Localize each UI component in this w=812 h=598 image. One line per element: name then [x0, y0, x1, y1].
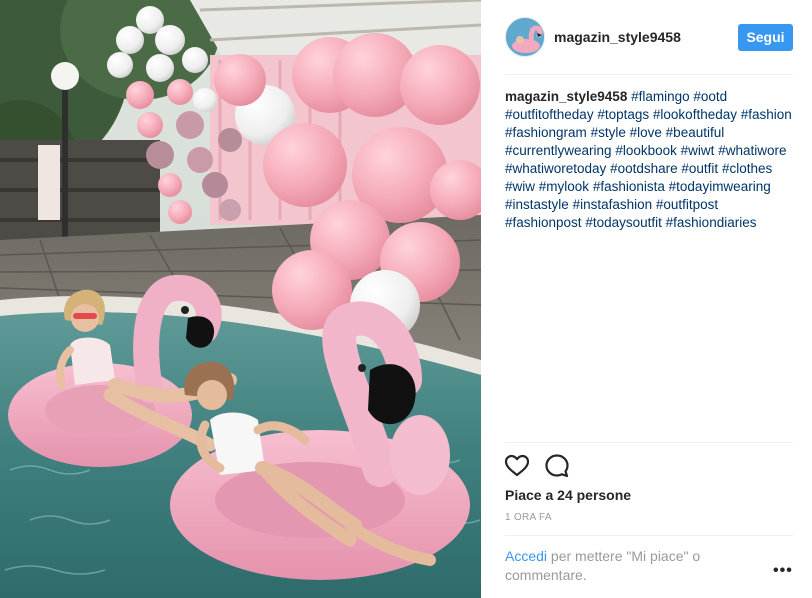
hashtag-link[interactable]: #currentlywearing — [505, 143, 612, 158]
likes-count[interactable]: Piace a 24 persone — [505, 487, 631, 503]
hashtag-link[interactable]: #outfit — [681, 161, 718, 176]
hashtag-link[interactable]: #beautiful — [666, 125, 725, 140]
login-link[interactable]: Accedi — [505, 548, 547, 564]
hashtag-list: #flamingo #ootd #outfitoftheday #toptags… — [505, 89, 792, 230]
hashtag-link[interactable]: #whatiwore — [718, 143, 786, 158]
hashtag-link[interactable]: #fashiongram — [505, 125, 587, 140]
hashtag-link[interactable]: #todayimwearing — [669, 179, 771, 194]
hashtag-link[interactable]: #lookbook — [615, 143, 677, 158]
hashtag-link[interactable]: #toptags — [597, 107, 649, 122]
hashtag-link[interactable]: #instafashion — [573, 197, 653, 212]
heart-icon[interactable] — [503, 452, 531, 480]
hashtag-link[interactable]: #ootdshare — [610, 161, 678, 176]
post-actions — [503, 452, 603, 480]
hashtag-link[interactable]: #todaysoutfit — [585, 215, 662, 230]
post-photo[interactable] — [0, 0, 481, 598]
hashtag-link[interactable]: #fashion — [741, 107, 792, 122]
caption-username[interactable]: magazin_style9458 — [505, 89, 627, 104]
post-header: magazin_style9458 Segui — [481, 0, 812, 74]
follow-button[interactable]: Segui — [738, 24, 793, 51]
author-username[interactable]: magazin_style9458 — [554, 29, 681, 46]
hashtag-link[interactable]: #whatiworetoday — [505, 161, 606, 176]
hashtag-link[interactable]: #flamingo — [631, 89, 690, 104]
hashtag-link[interactable]: #ootd — [693, 89, 727, 104]
hashtag-link[interactable]: #fashionpost — [505, 215, 582, 230]
hashtag-link[interactable]: #lookoftheday — [653, 107, 737, 122]
actions-divider — [505, 442, 793, 443]
hashtag-link[interactable]: #love — [630, 125, 662, 140]
hashtag-link[interactable]: #style — [591, 125, 626, 140]
post-timestamp: 1 ORA FA — [505, 512, 552, 523]
hashtag-link[interactable]: #outfitoftheday — [505, 107, 594, 122]
hashtag-link[interactable]: #wiw — [505, 179, 535, 194]
hashtag-link[interactable]: #fashiondiaries — [666, 215, 757, 230]
flamingo-avatar[interactable] — [505, 17, 545, 57]
hashtag-link[interactable]: #instastyle — [505, 197, 569, 212]
hashtag-link[interactable]: #wiwt — [681, 143, 715, 158]
post-caption: magazin_style9458 #flamingo #ootd #outfi… — [505, 88, 793, 232]
hashtag-link[interactable]: #fashionista — [593, 179, 665, 194]
more-options-icon[interactable]: ••• — [773, 563, 793, 580]
comment-divider — [505, 535, 793, 536]
post-side-panel: magazin_style9458 Segui magazin_style945… — [481, 0, 812, 598]
hashtag-link[interactable]: #mylook — [539, 179, 589, 194]
comment-prompt: Accedi per mettere "Mi piace" o commenta… — [505, 547, 755, 585]
header-divider — [505, 74, 793, 75]
hashtag-link[interactable]: #outfitpost — [656, 197, 718, 212]
comment-icon[interactable] — [543, 452, 571, 480]
hashtag-link[interactable]: #clothes — [722, 161, 772, 176]
